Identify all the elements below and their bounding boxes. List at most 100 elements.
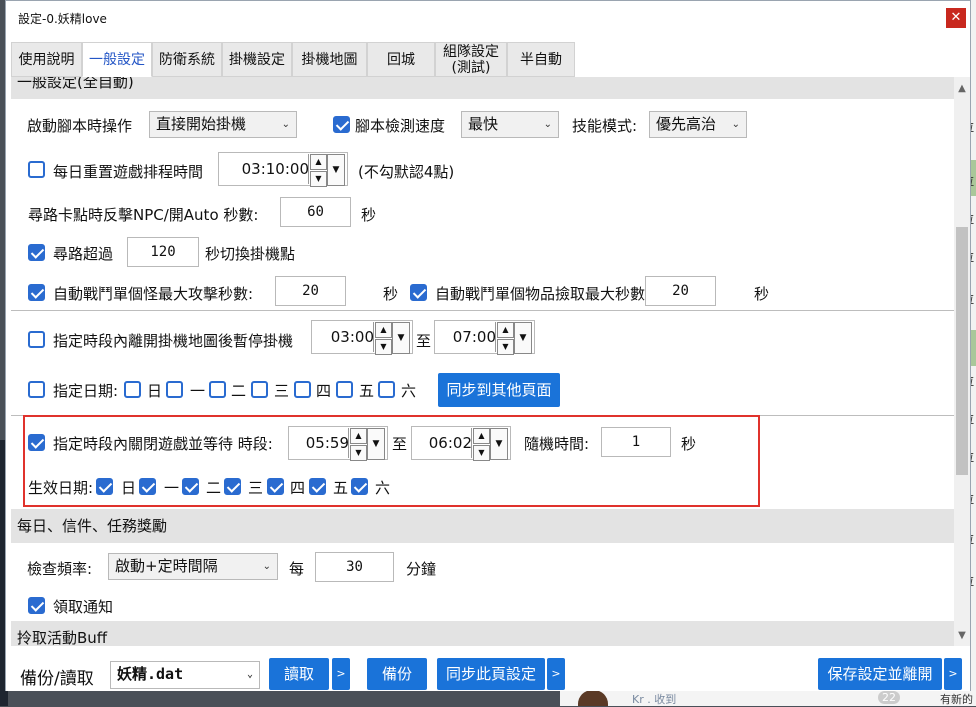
settings-content[interactable]: 一般設定(全自動) 啟動腳本時操作 直接開始掛機 ⌄ 腳本檢測速度 最快 ⌄ 技能模… (11, 77, 954, 646)
effective-day-checkbox[interactable] (96, 478, 113, 495)
tab-defense[interactable]: 防衛系統 (152, 42, 222, 77)
weekday-checkbox[interactable] (124, 381, 141, 398)
effective-day-checkbox[interactable] (182, 478, 199, 495)
read-button[interactable]: 讀取 (269, 658, 329, 690)
spin-down-icon[interactable]: ▼ (473, 445, 490, 461)
chevron-down-icon: ⌄ (246, 669, 253, 680)
sync-to-other-pages-button[interactable]: 同步到其他頁面 (438, 373, 560, 407)
chevron-down-icon[interactable]: ▼ (367, 428, 385, 460)
tab-party[interactable]: 組隊設定 (測試) (435, 42, 507, 77)
tab-idle-settings[interactable]: 掛機設定 (222, 42, 292, 77)
max-pickup-checkbox[interactable] (410, 284, 427, 301)
detect-speed-select[interactable]: 最快 ⌄ (461, 111, 559, 138)
effective-day-checkbox[interactable] (224, 478, 241, 495)
weekday-checkbox[interactable] (166, 381, 183, 398)
chevron-down-icon[interactable]: ▼ (392, 322, 410, 354)
vertical-scrollbar[interactable]: ▲ ▼ (954, 77, 970, 646)
max-attack-input[interactable]: 20 (275, 276, 346, 306)
spin-up-icon[interactable]: ▲ (310, 154, 327, 170)
daily-reset-time-value: 03:10:00 (241, 160, 309, 178)
random-time-label: 隨機時間: (524, 435, 590, 453)
sync-page-button[interactable]: 同步此頁設定 (437, 658, 545, 690)
daily-reset-checkbox[interactable] (28, 161, 45, 178)
start-action-select[interactable]: 直接開始掛機 ⌄ (149, 111, 297, 138)
daily-reset-time-picker[interactable]: 03:10:00 ▲ ▼ ▼ (218, 152, 348, 187)
notify-checkbox[interactable] (28, 597, 45, 614)
effective-day-checkbox[interactable] (267, 478, 284, 495)
read-more-button[interactable]: > (332, 658, 350, 690)
background-badge: 22 (878, 691, 900, 704)
effective-day-checkbox[interactable] (309, 478, 326, 495)
weekday-checkbox[interactable] (378, 381, 395, 398)
tab-idle-map[interactable]: 掛機地圖 (292, 42, 367, 77)
check-frequency-value: 啟動+定時間隔 (115, 557, 218, 575)
background-text: Kr . 收到 (632, 693, 677, 706)
max-attack-checkbox[interactable] (28, 284, 45, 301)
spin-down-icon[interactable]: ▼ (497, 339, 514, 355)
skill-mode-select[interactable]: 優先高治 ⌄ (649, 111, 747, 138)
weekday-checkbox[interactable] (294, 381, 311, 398)
effective-day-checkbox[interactable] (351, 478, 368, 495)
close-game-checkbox[interactable] (28, 434, 45, 451)
scroll-up-icon[interactable]: ▲ (954, 81, 970, 97)
save-and-exit-button[interactable]: 保存設定並離開 (818, 658, 942, 690)
chevron-down-icon: ⌄ (262, 561, 271, 572)
close-to-picker[interactable]: 06:02 ▲ ▼ ▼ (411, 426, 511, 461)
pause-to-picker[interactable]: 07:00 ▲ ▼ ▼ (434, 320, 535, 355)
time-spinner[interactable]: ▲ ▼ (471, 428, 490, 461)
tab-usage[interactable]: 使用說明 (11, 42, 82, 77)
tab-semi-auto[interactable]: 半自動 (507, 42, 575, 77)
time-spinner[interactable]: ▲ ▼ (495, 322, 514, 355)
divider (11, 310, 954, 311)
spin-up-icon[interactable]: ▲ (375, 322, 392, 338)
backup-file-select[interactable]: 妖精.dat ⌄ (110, 661, 260, 689)
path-over-input[interactable]: 120 (127, 237, 199, 267)
close-from-picker[interactable]: 05:59 ▲ ▼ ▼ (288, 426, 388, 461)
spin-down-icon[interactable]: ▼ (310, 171, 327, 187)
pause-checkbox[interactable] (28, 331, 45, 348)
time-spinner[interactable]: ▲ ▼ (308, 154, 327, 187)
check-frequency-select[interactable]: 啟動+定時間隔 ⌄ (108, 553, 278, 580)
scroll-down-icon[interactable]: ▼ (954, 628, 970, 644)
max-pickup-input[interactable]: 20 (645, 276, 716, 306)
spin-down-icon[interactable]: ▼ (375, 339, 392, 355)
time-spinner[interactable]: ▲ ▼ (373, 322, 392, 355)
effective-days-label: 生效日期: (28, 479, 94, 497)
close-icon[interactable]: ✕ (946, 8, 966, 28)
section-general: 一般設定(全自動) (11, 77, 954, 99)
days-checkbox[interactable] (28, 381, 45, 398)
scroll-thumb[interactable] (956, 227, 968, 475)
every-label: 每 (289, 560, 305, 578)
weekday-label: 日 (147, 382, 163, 400)
chevron-down-icon[interactable]: ▼ (514, 322, 532, 354)
weekday-checkbox[interactable] (336, 381, 353, 398)
spin-down-icon[interactable]: ▼ (350, 445, 367, 461)
random-time-input[interactable]: 1 (601, 427, 671, 457)
time-spinner[interactable]: ▲ ▼ (348, 428, 367, 461)
backup-button[interactable]: 備份 (367, 658, 427, 690)
chevron-down-icon[interactable]: ▼ (490, 428, 508, 460)
interval-input[interactable]: 30 (315, 552, 394, 582)
sync-more-button[interactable]: > (547, 658, 565, 690)
start-action-label: 啟動腳本時操作 (27, 117, 133, 135)
max-attack-label: 自動戰鬥單個怪最大攻擊秒數: (53, 285, 254, 303)
chevron-down-icon[interactable]: ▼ (327, 154, 345, 186)
backup-label: 備份/讀取 (20, 669, 94, 689)
weekday-checkbox[interactable] (209, 381, 226, 398)
tab-return-town[interactable]: 回城 (367, 42, 435, 77)
detect-speed-checkbox[interactable] (333, 116, 350, 133)
stuck-seconds-input[interactable]: 60 (280, 197, 351, 227)
path-over-checkbox[interactable] (28, 244, 45, 261)
spin-up-icon[interactable]: ▲ (350, 428, 367, 444)
spin-up-icon[interactable]: ▲ (473, 428, 490, 444)
spin-up-icon[interactable]: ▲ (497, 322, 514, 338)
weekday-checkbox[interactable] (251, 381, 268, 398)
effective-day-checkbox[interactable] (139, 478, 156, 495)
pause-from-value: 03:00 (330, 328, 374, 346)
tab-general[interactable]: 一般設定 (82, 42, 152, 77)
pause-from-picker[interactable]: 03:00 ▲ ▼ ▼ (311, 320, 413, 355)
chevron-down-icon: ⌄ (543, 119, 552, 130)
title-bar: 設定-0.妖精love ✕ (6, 1, 970, 35)
save-more-button[interactable]: > (944, 658, 962, 690)
close-from-value: 05:59 (305, 434, 349, 452)
